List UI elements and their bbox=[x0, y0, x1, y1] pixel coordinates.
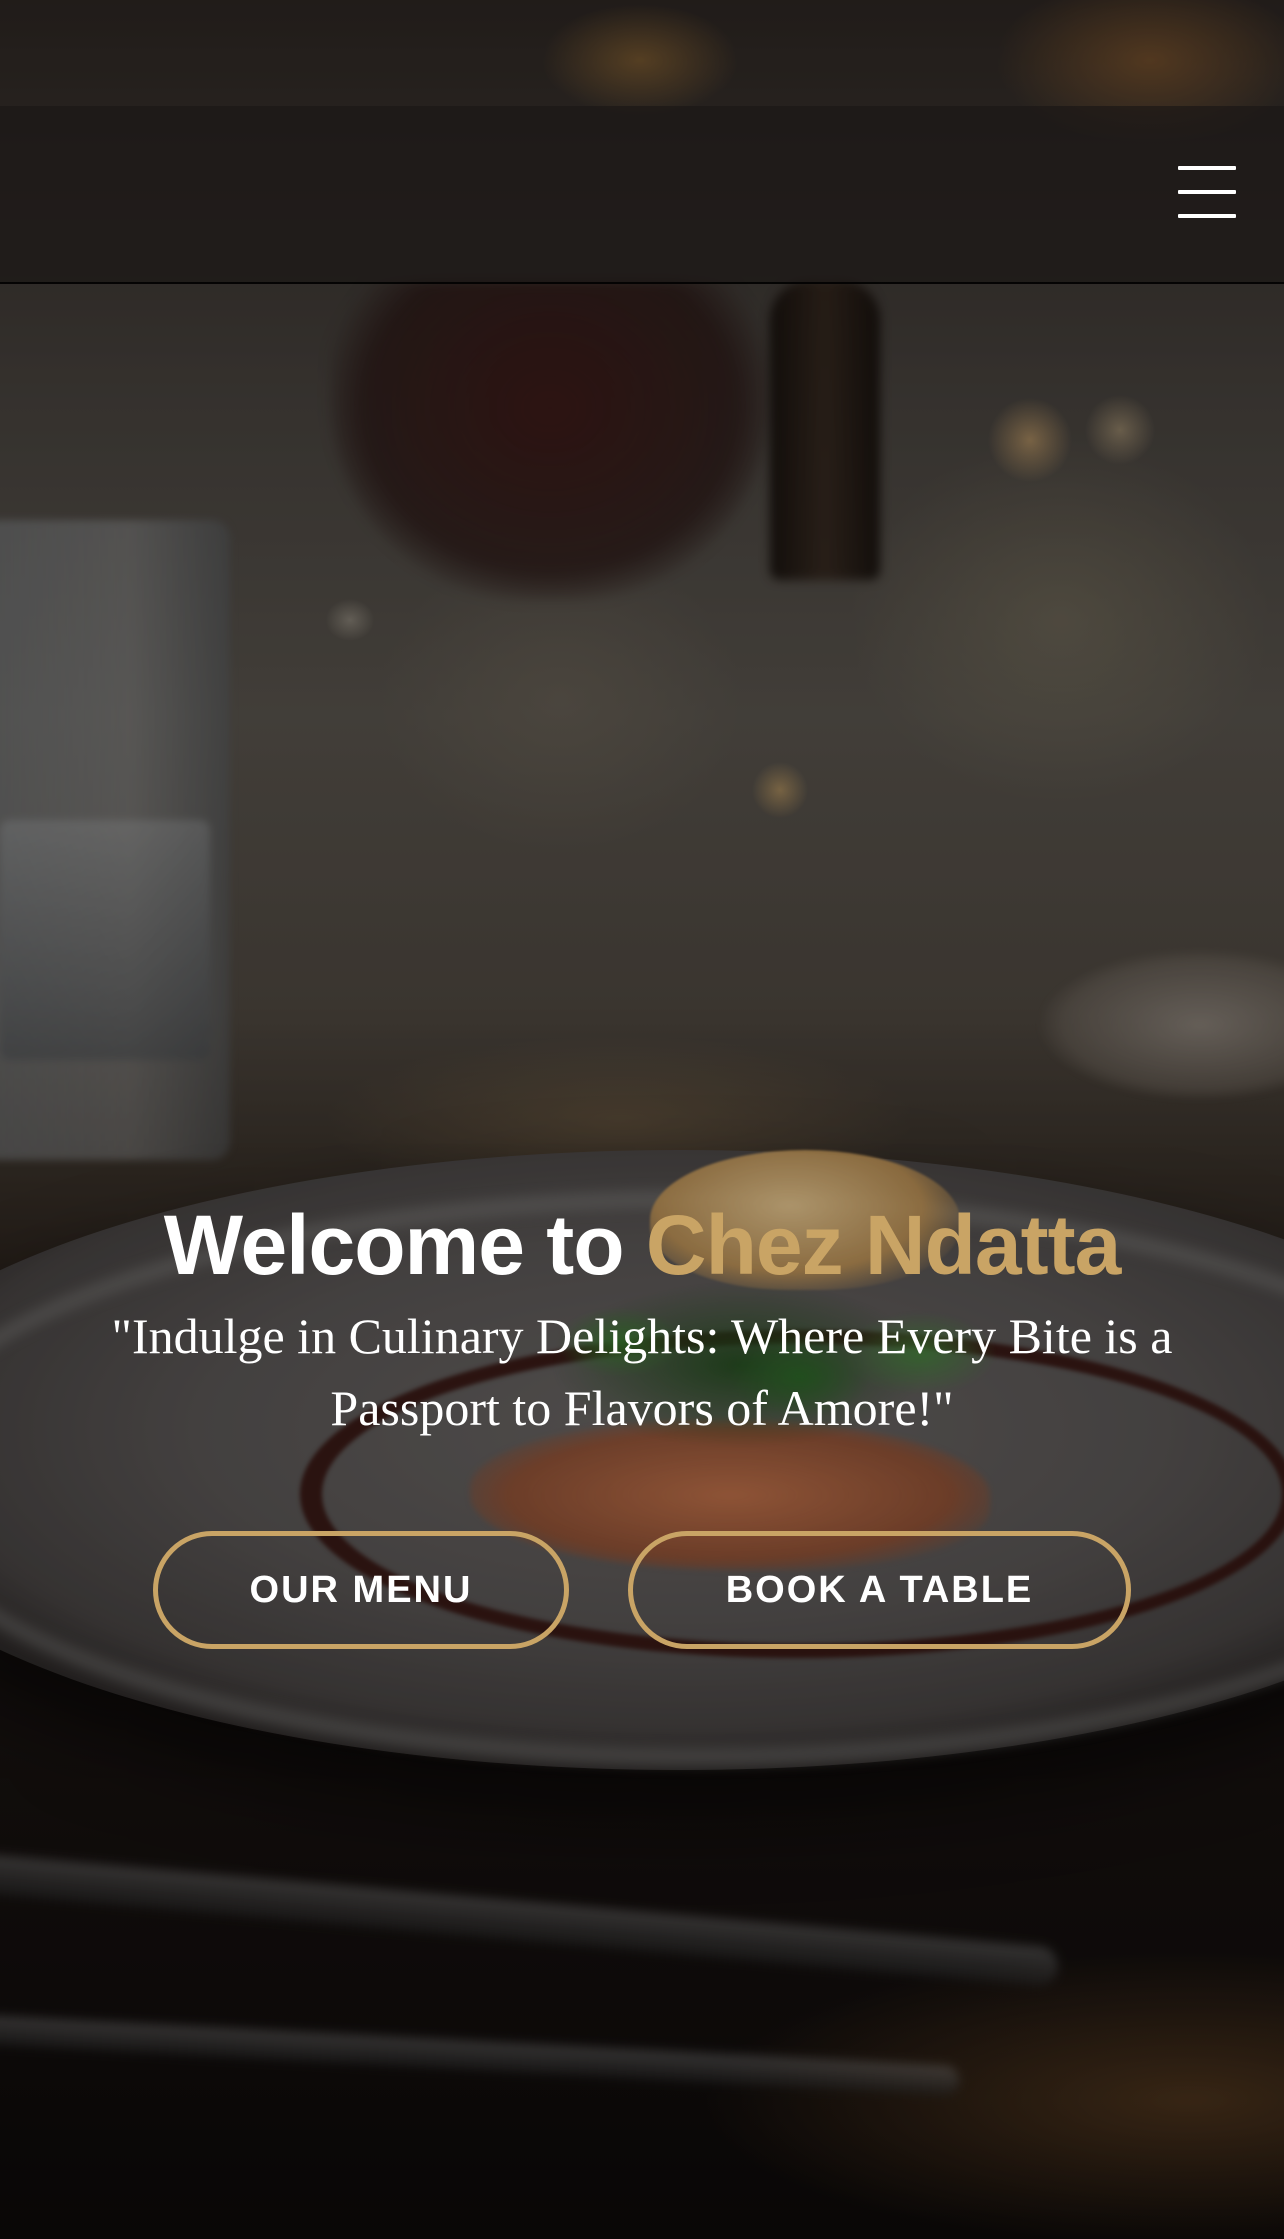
hero-title: Welcome to Chez Ndatta bbox=[0, 1190, 1284, 1300]
background-dark-overlay bbox=[0, 0, 1284, 2239]
hero-background-image bbox=[0, 0, 1284, 2239]
hamburger-line bbox=[1178, 166, 1236, 170]
hamburger-line bbox=[1178, 214, 1236, 218]
hamburger-line bbox=[1178, 190, 1236, 194]
page: Welcome to Chez Ndatta "Indulge in Culin… bbox=[0, 0, 1284, 2239]
hero-title-prefix: Welcome to bbox=[163, 1198, 646, 1292]
book-a-table-button[interactable]: BOOK A TABLE bbox=[628, 1531, 1131, 1649]
our-menu-button[interactable]: OUR MENU bbox=[153, 1531, 569, 1649]
hero-tagline: "Indulge in Culinary Delights: Where Eve… bbox=[111, 1308, 1173, 1436]
hero-section: Welcome to Chez Ndatta "Indulge in Culin… bbox=[0, 1190, 1284, 1444]
hamburger-menu-icon[interactable] bbox=[1178, 166, 1236, 218]
hero-title-brand: Chez Ndatta bbox=[645, 1198, 1121, 1292]
site-header bbox=[0, 106, 1284, 284]
